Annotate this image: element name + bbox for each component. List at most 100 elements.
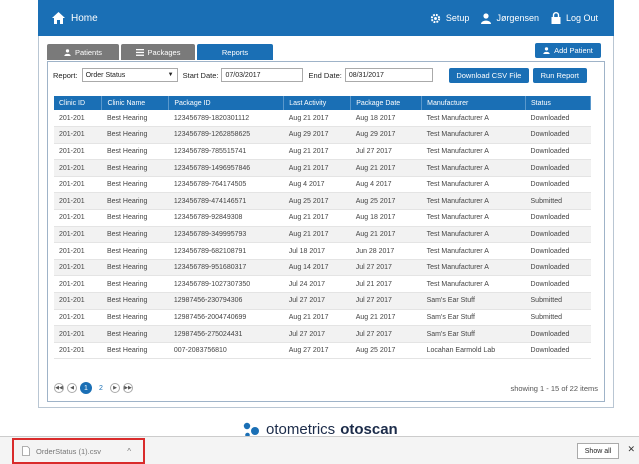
start-date-input[interactable]: 07/03/2017 bbox=[221, 68, 304, 82]
table-cell: Submitted bbox=[525, 292, 591, 310]
table-cell: Jul 27 2017 bbox=[350, 259, 422, 277]
download-bar: OrderStatus (1).csv ^ Show all ✕ bbox=[0, 436, 639, 464]
table-row[interactable]: 201-201 Best Hearing 123456789-1027307350 J… bbox=[54, 275, 591, 294]
prev-page-button[interactable]: ◀ bbox=[67, 383, 77, 393]
table-cell: 123456789-1262858625 bbox=[168, 126, 284, 144]
user-name: Jørgensen bbox=[496, 13, 539, 23]
home-label: Home bbox=[71, 12, 98, 24]
table-row[interactable]: 201-201 Best Hearing 123456789-951680317 Au… bbox=[54, 259, 591, 277]
tab-label: Packages bbox=[147, 47, 181, 57]
table-cell: 123456789-785515741 bbox=[168, 143, 284, 161]
table-row[interactable]: 201-201 Best Hearing 12987456-275024431 Jul… bbox=[54, 325, 591, 343]
table-cell: Test Manufacturer A bbox=[421, 126, 526, 144]
table-cell: 201-201 bbox=[54, 342, 102, 360]
table-cell: Test Manufacturer A bbox=[421, 209, 526, 227]
add-patient-label: Add Patient bbox=[554, 46, 593, 55]
user-icon bbox=[481, 12, 492, 24]
table-cell: Aug 21 2017 bbox=[283, 226, 351, 244]
run-report-button[interactable]: Run Report bbox=[532, 67, 587, 83]
logout-link[interactable]: Log Out bbox=[551, 12, 598, 24]
logout-label: Log Out bbox=[565, 13, 598, 23]
show-all-button[interactable]: Show all bbox=[577, 443, 619, 459]
table-cell: Aug 21 2017 bbox=[283, 110, 351, 128]
table-cell: Best Hearing bbox=[101, 275, 169, 294]
table-cell: Test Manufacturer A bbox=[421, 242, 526, 260]
download-item[interactable]: OrderStatus (1).csv ^ bbox=[12, 438, 145, 464]
table-cell: 12987456-275024431 bbox=[168, 325, 284, 343]
table-cell: Aug 25 2017 bbox=[350, 192, 422, 211]
table-cell: Aug 29 2017 bbox=[350, 126, 422, 144]
next-page-button[interactable]: ▶ bbox=[110, 383, 120, 393]
table-cell: Best Hearing bbox=[101, 126, 169, 144]
column-header[interactable]: Status bbox=[525, 96, 591, 110]
table-cell: 123456789-92849308 bbox=[168, 209, 284, 227]
table-row[interactable]: 201-201 Best Hearing 007-2083756810 Aug 27 … bbox=[54, 342, 591, 360]
download-csv-label: Download CSV File bbox=[456, 70, 522, 80]
setup-link[interactable]: Setup bbox=[430, 13, 470, 24]
page-number[interactable]: 1 bbox=[80, 382, 92, 394]
table-row[interactable]: 201-201 Best Hearing 123456789-349995793 Au… bbox=[54, 226, 591, 244]
table-cell: Best Hearing bbox=[101, 325, 169, 343]
page-number[interactable]: 2 bbox=[95, 382, 107, 394]
table-row[interactable]: 201-201 Best Hearing 123456789-1820301112 A… bbox=[54, 110, 591, 128]
table-cell: Best Hearing bbox=[101, 292, 169, 310]
table-row[interactable]: 201-201 Best Hearing 12987456-230794306 Jul… bbox=[54, 292, 591, 310]
tab-patients[interactable]: Patients bbox=[47, 44, 119, 60]
table-cell: Best Hearing bbox=[101, 110, 169, 128]
end-date-value: 08/31/2017 bbox=[348, 71, 384, 79]
download-csv-button[interactable]: Download CSV File bbox=[448, 67, 529, 83]
report-select[interactable]: Order Status ▼ bbox=[81, 68, 178, 82]
table-cell: 201-201 bbox=[54, 209, 102, 227]
table-cell: Downloaded bbox=[525, 226, 591, 244]
tab-reports[interactable]: Reports bbox=[197, 44, 273, 60]
table-row[interactable]: 201-201 Best Hearing 123456789-764174505 Au… bbox=[54, 176, 591, 194]
last-page-button[interactable]: ▶▶ bbox=[123, 383, 133, 393]
table-cell: 123456789-682108791 bbox=[168, 242, 284, 260]
table-row[interactable]: 201-201 Best Hearing 123456789-92849308 Aug… bbox=[54, 209, 591, 227]
table-cell: Sam's Ear Stuff bbox=[421, 309, 526, 327]
table-cell: 123456789-1496957846 bbox=[168, 159, 284, 177]
column-header[interactable]: Package ID bbox=[168, 96, 285, 110]
table-cell: 123456789-764174505 bbox=[168, 176, 284, 194]
table-cell: 007-2083756810 bbox=[168, 342, 284, 360]
tab-packages[interactable]: Packages bbox=[121, 44, 195, 60]
column-header[interactable]: Clinic ID bbox=[54, 96, 103, 110]
top-nav-bar: Home Setup Jørgensen Log Out bbox=[38, 0, 614, 36]
column-header[interactable]: Package Date bbox=[350, 96, 423, 110]
end-date-input[interactable]: 08/31/2017 bbox=[344, 68, 433, 82]
table-cell: Jul 18 2017 bbox=[283, 242, 351, 260]
table-row[interactable]: 201-201 Best Hearing 123456789-474146571 Au… bbox=[54, 192, 591, 211]
chevron-up-icon[interactable]: ^ bbox=[127, 447, 131, 456]
user-menu[interactable]: Jørgensen bbox=[481, 12, 539, 24]
first-page-button[interactable]: ◀◀ bbox=[54, 383, 64, 393]
table-cell: Test Manufacturer A bbox=[421, 143, 526, 161]
table-row[interactable]: 201-201 Best Hearing 123456789-785515741 Au… bbox=[54, 143, 591, 161]
table-cell: Aug 18 2017 bbox=[350, 110, 422, 128]
download-file-name: OrderStatus (1).csv bbox=[36, 446, 102, 456]
table-cell: Downloaded bbox=[525, 110, 591, 128]
start-date-value: 07/03/2017 bbox=[225, 71, 261, 79]
table-cell: Downloaded bbox=[525, 159, 591, 177]
table-cell: Aug 21 2017 bbox=[350, 226, 422, 244]
add-patient-button[interactable]: Add Patient bbox=[535, 43, 601, 58]
column-header[interactable]: Manufacturer bbox=[421, 96, 527, 110]
table-row[interactable]: 201-201 Best Hearing 123456789-1496957846 A… bbox=[54, 159, 591, 177]
table-cell: Downloaded bbox=[525, 275, 591, 294]
table-cell: 201-201 bbox=[54, 275, 102, 294]
table-row[interactable]: 201-201 Best Hearing 123456789-682108791 Ju… bbox=[54, 242, 591, 260]
table-cell: 12987456-230794306 bbox=[168, 292, 284, 310]
table-cell: Aug 14 2017 bbox=[283, 259, 351, 277]
end-date-label: End Date: bbox=[308, 70, 342, 80]
table-row[interactable]: 201-201 Best Hearing 12987456-2004740699 Au… bbox=[54, 309, 591, 327]
home-link[interactable]: Home bbox=[52, 12, 98, 24]
table-cell: 201-201 bbox=[54, 143, 102, 161]
table-cell: Aug 27 2017 bbox=[283, 342, 351, 360]
report-filters: Report: Order Status ▼ Start Date: 07/03… bbox=[53, 67, 599, 83]
table-row[interactable]: 201-201 Best Hearing 123456789-1262858625 A… bbox=[54, 126, 591, 144]
close-icon[interactable]: ✕ bbox=[627, 444, 635, 455]
table-cell: Downloaded bbox=[525, 209, 591, 227]
table-cell: Jul 27 2017 bbox=[283, 325, 351, 343]
column-header[interactable]: Clinic Name bbox=[101, 96, 170, 110]
setup-label: Setup bbox=[445, 13, 470, 23]
column-header[interactable]: Last Activity bbox=[283, 96, 352, 110]
